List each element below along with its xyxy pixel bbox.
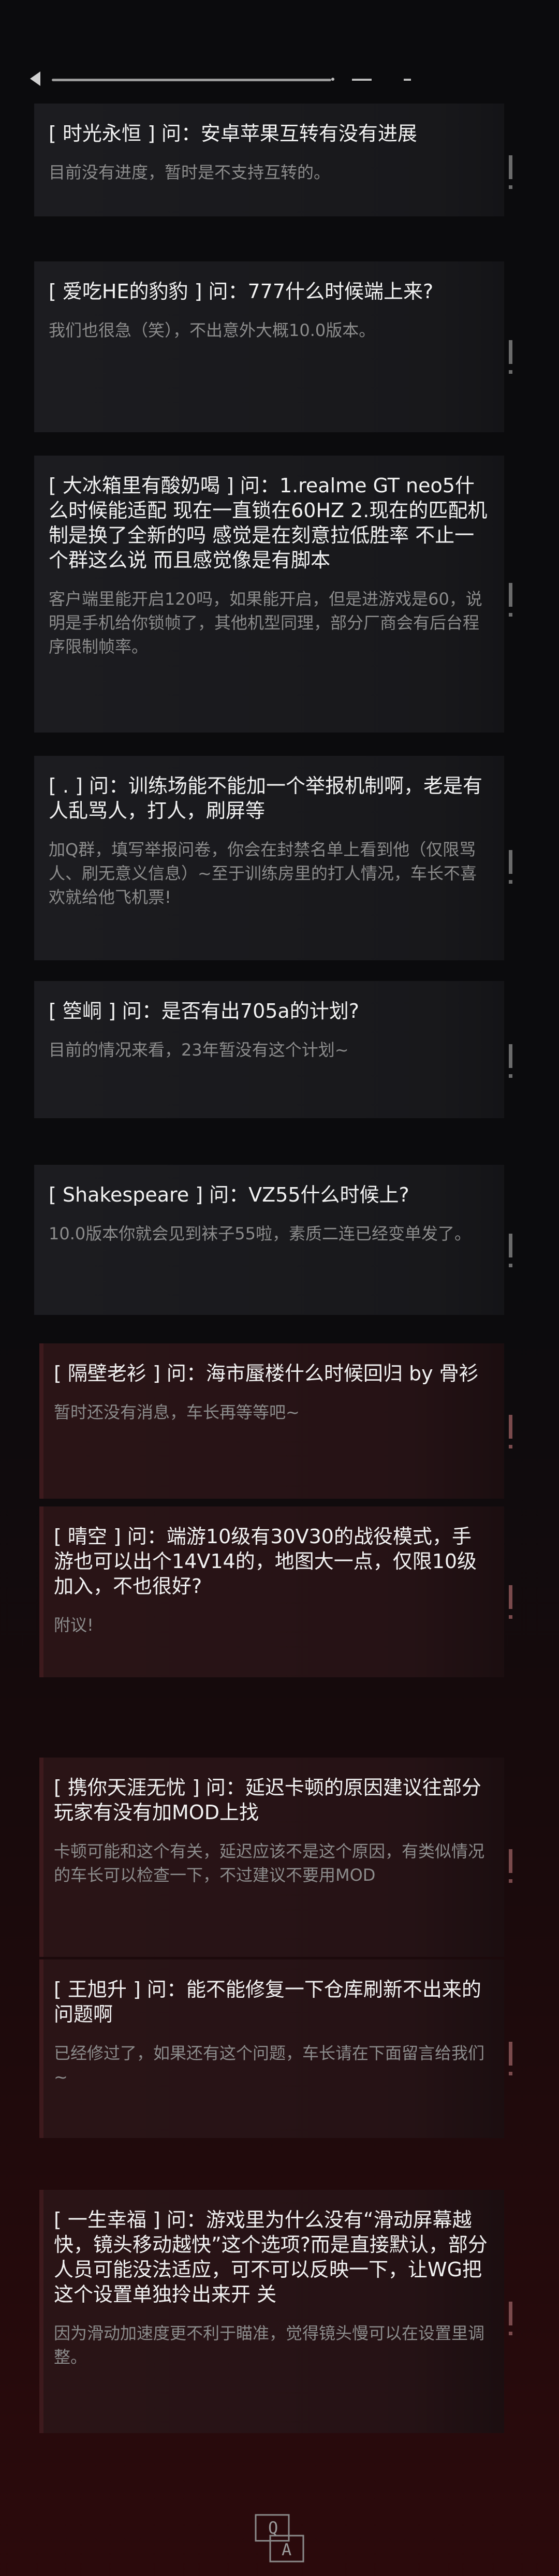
card-decoration <box>509 1074 512 1078</box>
answer-text: 加Q群，填写举报问卷，你会在封禁名单上看到他（仅限骂人、刷无意义信息）~至于训练… <box>49 840 477 907</box>
answer-text: 暂时还没有消息，车长再等等吧~ <box>54 1402 300 1422</box>
qa-logo-icon: Q A <box>248 2511 311 2568</box>
answer-text: 目前的情况来看，23年暂没有这个计划~ <box>49 1040 349 1060</box>
card-decoration <box>509 583 512 607</box>
card-edge <box>39 1506 43 1677</box>
card-edge <box>39 1343 43 1499</box>
answer-text: 目前没有进度，暂时是不支持互转的。 <box>49 163 331 182</box>
card-decoration <box>509 1849 512 1874</box>
card-decoration <box>509 1264 512 1268</box>
question-text: [ 箜峒 ] 问：是否有出705a的计划? <box>49 1000 359 1022</box>
question-text: [ 时光永恒 ] 问：安卓苹果互转有没有进展 <box>49 122 417 145</box>
question-text: [ 隔壁老衫 ] 问：海市蜃楼什么时候回归 by 骨衫 <box>54 1362 479 1385</box>
question-text: [ Shakespeare ] 问：VZ55什么时候上? <box>49 1183 409 1206</box>
question-text: [ 晴空 ] 问：端游10级有30V30的战役模式，手游也可以出个14V14的，… <box>54 1525 477 1598</box>
card-decoration <box>509 155 512 180</box>
card-edge <box>39 2190 43 2433</box>
card-decoration <box>509 850 512 874</box>
qa-logo-q: Q <box>268 2518 278 2538</box>
card-decoration <box>509 185 512 189</box>
card-decoration <box>509 1234 512 1258</box>
card-edge <box>39 1758 43 1957</box>
qa-card: [ 箜峒 ] 问：是否有出705a的计划? 目前的情况来看，23年暂没有这个计划… <box>34 981 512 1118</box>
answer-text: 卡顿可能和这个有关，延迟应该不是这个原因，有类似情况的车长可以检查一下，不过建议… <box>54 1841 485 1885</box>
question-text: [ 大冰箱里有酸奶喝 ] 问：1.realme GT neo5什么时候能适配 现… <box>49 474 488 572</box>
card-decoration <box>509 340 512 364</box>
card-decoration <box>509 1044 512 1068</box>
qa-card: [ 隔壁老衫 ] 问：海市蜃楼什么时候回归 by 骨衫 暂时还没有消息，车长再等… <box>39 1343 512 1499</box>
card-decoration <box>509 1615 512 1619</box>
qa-card: [ . ] 问：训练场能不能加一个举报机制啊，老是有人乱骂人，打人，刷屏等 加Q… <box>34 756 512 960</box>
qa-card: [ 携你天涯无忧 ] 问：延迟卡顿的原因建议往部分玩家有没有加MOD上找 卡顿可… <box>39 1758 512 1957</box>
question-text: [ 一生幸福 ] 问：游戏里为什么没有“滑动屏幕越快，镜头移动越快”这个选项?而… <box>54 2208 488 2306</box>
card-decoration <box>509 2041 512 2066</box>
question-text: [ 携你天涯无忧 ] 问：延迟卡顿的原因建议往部分玩家有没有加MOD上找 <box>54 1776 481 1824</box>
qa-logo-a: A <box>282 2540 291 2559</box>
card-decoration <box>509 1585 512 1609</box>
answer-text: 已经修过了，如果还有这个问题，车长请在下面留言给我们~ <box>54 2043 485 2087</box>
card-edge <box>39 1959 43 2138</box>
card-decoration <box>509 1879 512 1883</box>
card-decoration <box>509 880 512 884</box>
qa-card: [ 王旭升 ] 问：能不能修复一下仓库刷新不出来的问题啊 已经修过了，如果还有这… <box>39 1959 512 2138</box>
qa-card: [ 晴空 ] 问：端游10级有30V30的战役模式，手游也可以出个14V14的，… <box>39 1506 512 1677</box>
qa-card: [ 爱吃HE的豹豹 ] 问：777什么时候端上来? 我们也很急（笑），不出意外大… <box>34 261 512 432</box>
card-decoration <box>509 2332 512 2336</box>
qa-card: [ 一生幸福 ] 问：游戏里为什么没有“滑动屏幕越快，镜头移动越快”这个选项?而… <box>39 2190 512 2433</box>
question-text: [ . ] 问：训练场能不能加一个举报机制啊，老是有人乱骂人，打人，刷屏等 <box>49 774 482 822</box>
answer-text: 10.0版本你就会见到袜子55啦，素质二连已经变单发了。 <box>49 1224 471 1243</box>
card-decoration <box>509 370 512 374</box>
qa-list: [ 时光永恒 ] 问：安卓苹果互转有没有进展 目前没有进度，暂时是不支持互转的。… <box>0 0 559 2576</box>
answer-text: 附议! <box>54 1615 94 1635</box>
question-text: [ 爱吃HE的豹豹 ] 问：777什么时候端上来? <box>49 280 434 303</box>
answer-text: 因为滑动加速度更不利于瞄准，觉得镜头慢可以在设置里调整。 <box>54 2323 485 2367</box>
card-decoration <box>509 2071 512 2075</box>
card-decoration <box>509 1415 512 1439</box>
qa-card: [ 时光永恒 ] 问：安卓苹果互转有没有进展 目前没有进度，暂时是不支持互转的。 <box>34 104 512 216</box>
qa-card: [ Shakespeare ] 问：VZ55什么时候上? 10.0版本你就会见到… <box>34 1165 512 1315</box>
card-decoration <box>509 1445 512 1448</box>
qa-card: [ 大冰箱里有酸奶喝 ] 问：1.realme GT neo5什么时候能适配 现… <box>34 456 512 733</box>
card-decoration <box>509 2302 512 2326</box>
answer-text: 客户端里能开启120吗，如果能开启，但是进游戏是60，说明是手机给你锁帧了，其他… <box>49 589 482 656</box>
question-text: [ 王旭升 ] 问：能不能修复一下仓库刷新不出来的问题啊 <box>54 1978 481 2026</box>
answer-text: 我们也很急（笑），不出意外大概10.0版本。 <box>49 320 376 340</box>
card-decoration <box>509 613 512 617</box>
